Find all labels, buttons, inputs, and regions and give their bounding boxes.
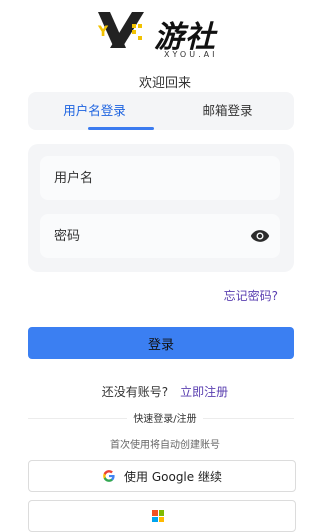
register-link[interactable]: 立即注册 (180, 385, 228, 399)
microsoft-login-button[interactable] (28, 500, 296, 532)
brand-logo: Y 游社 XYOU.AI (92, 10, 240, 62)
quick-login-label: 快速登录/注册 (127, 414, 203, 425)
tab-email-login[interactable]: 邮箱登录 (161, 92, 294, 130)
google-login-label: 使用 Google 继续 (124, 469, 222, 484)
password-input[interactable] (40, 214, 234, 258)
google-icon (103, 470, 115, 482)
quick-login-divider: 快速登录/注册 (0, 410, 330, 425)
eye-icon[interactable] (250, 226, 270, 246)
logo-mark-icon: Y (97, 12, 144, 48)
logo-subtitle: XYOU.AI (164, 50, 218, 59)
microsoft-icon (152, 510, 164, 522)
password-field-wrapper (40, 214, 280, 258)
username-field-wrapper (40, 156, 280, 200)
google-login-button[interactable]: 使用 Google 继续 (28, 460, 296, 492)
auto-create-note: 首次使用将自动创建账号 (110, 440, 220, 451)
login-form (28, 144, 294, 272)
active-tab-indicator (88, 127, 154, 130)
login-button[interactable]: 登录 (28, 327, 294, 359)
register-row: 还没有账号? 立即注册 (0, 383, 330, 400)
forgot-password-link[interactable]: 忘记密码? (224, 287, 278, 304)
login-tabs: 用户名登录 邮箱登录 (28, 92, 294, 130)
svg-text:Y: Y (97, 24, 109, 40)
welcome-heading: 欢迎回来 (138, 76, 191, 91)
username-input[interactable] (40, 156, 234, 200)
register-prompt: 还没有账号? (101, 385, 169, 399)
tab-username-login[interactable]: 用户名登录 (28, 92, 161, 130)
